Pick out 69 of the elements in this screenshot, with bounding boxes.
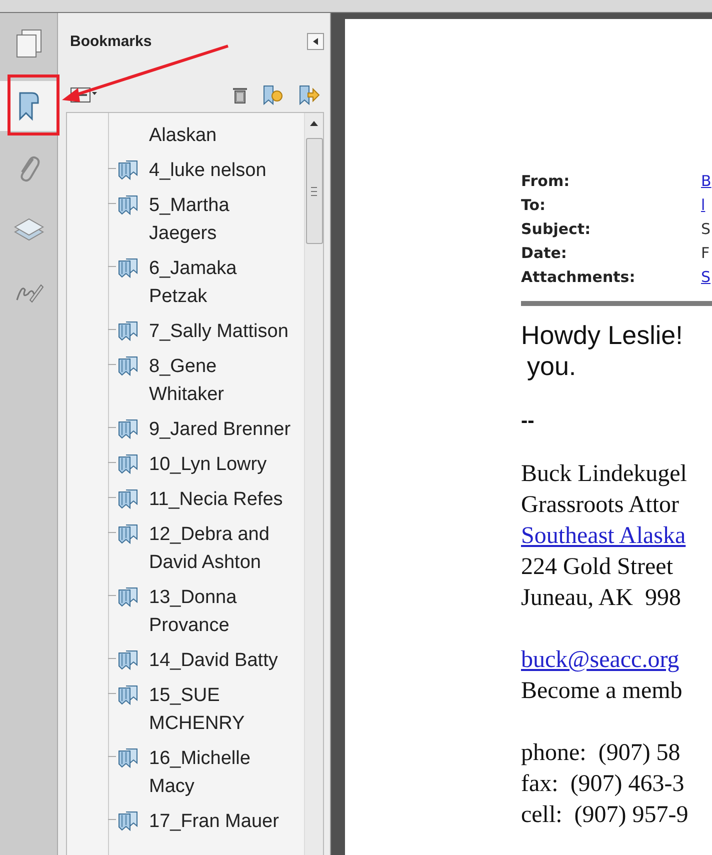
signature-icon <box>16 284 44 303</box>
bookmark-icon <box>118 258 138 278</box>
bookmark-item[interactable]: 8_Gene Whitaker <box>149 353 294 409</box>
panel-title: Bookmarks <box>70 33 152 50</box>
bookmark-icon <box>118 196 138 216</box>
message-text: Howdy Leslie! <box>521 320 684 351</box>
delete-button[interactable] <box>232 86 248 104</box>
signature-link[interactable]: Southeast Alaska <box>521 521 712 552</box>
signature-line: Become a memb <box>521 677 684 706</box>
bookmark-item[interactable]: 14_David Batty <box>149 647 294 675</box>
bookmark-item[interactable]: 5_Martha Jaegers <box>149 192 294 248</box>
header-label: From: <box>521 171 571 192</box>
signature-line: 224 Gold Street <box>521 553 674 582</box>
scrollbar-thumb[interactable] <box>306 138 322 244</box>
bookmark-icon <box>118 490 138 510</box>
bookmark-item[interactable]: 15_SUE MCHENRY <box>149 682 294 738</box>
bookmark-arrow-button[interactable] <box>298 84 320 106</box>
header-label: Attachments: <box>521 267 636 288</box>
bookmark-item[interactable]: 12_Debra and David Ashton <box>149 521 294 577</box>
bookmark-item[interactable]: Alaskan <box>149 122 294 150</box>
message-text: you. <box>526 351 578 382</box>
signature-line: Buck Lindekugel <box>521 460 688 489</box>
highlight-frame <box>8 74 60 136</box>
bookmark-item[interactable]: 7_Sally Mattison <box>149 318 294 346</box>
signature-separator: -- <box>521 410 536 433</box>
bookmark-icon <box>118 748 138 768</box>
bookmark-item[interactable]: 13_Donna Provance <box>149 584 294 640</box>
header-label: Date: <box>521 243 568 264</box>
pages-icon <box>16 30 41 58</box>
signature-link[interactable]: buck@seacc.org <box>521 645 712 676</box>
bookmark-icon <box>118 454 138 474</box>
header-label: Subject: <box>521 219 592 240</box>
new-bookmark-button[interactable] <box>262 84 284 106</box>
signature-line: phone: (907) 58 <box>521 739 682 768</box>
header-link[interactable]: B <box>701 169 712 193</box>
signature-line: cell: (907) 957-9 <box>521 801 690 830</box>
trash-icon <box>233 88 247 104</box>
bookmark-icon <box>118 356 138 376</box>
new-bookmark-icon <box>264 86 282 106</box>
bookmark-item[interactable]: 11_Necia Refes <box>149 486 294 514</box>
bookmark-icon <box>118 812 138 832</box>
header-value: S <box>701 219 712 240</box>
header-value: F <box>701 243 711 264</box>
bookmark-icon <box>118 160 138 180</box>
bookmark-icon <box>118 650 138 670</box>
bookmark-item[interactable]: 10_Lyn Lowry <box>149 451 294 479</box>
collapse-icon <box>313 38 318 45</box>
bookmarks-tab[interactable] <box>0 81 57 131</box>
paperclip-icon <box>20 156 40 182</box>
header-link[interactable]: l <box>701 193 712 217</box>
bookmark-icon <box>118 588 138 608</box>
bookmark-item[interactable]: 4_luke nelson <box>149 157 294 185</box>
bookmark-icon <box>118 420 138 440</box>
bookmark-item[interactable]: 17_Fran Mauer <box>149 808 294 836</box>
bookmark-icon <box>118 322 138 342</box>
header-label: To: <box>521 195 547 216</box>
bookmark-item[interactable]: 6_Jamaka Petzak <box>149 255 294 311</box>
collapse-button[interactable] <box>307 33 324 50</box>
signature-line: fax: (907) 463-3 <box>521 770 686 799</box>
bookmark-arrow-icon <box>300 86 320 106</box>
bookmark-icon <box>118 686 138 706</box>
signature-line: Juneau, AK 998 <box>521 584 682 613</box>
bookmark-icon <box>118 524 138 544</box>
signature-line: Grassroots Attor <box>521 491 680 520</box>
bookmark-item[interactable]: 9_Jared Brenner <box>149 416 294 444</box>
bookmark-icon <box>18 92 38 120</box>
bookmark-item[interactable]: 16_Michelle Macy <box>149 745 294 801</box>
header-link[interactable]: S <box>701 265 712 289</box>
layers-icon <box>14 218 44 241</box>
